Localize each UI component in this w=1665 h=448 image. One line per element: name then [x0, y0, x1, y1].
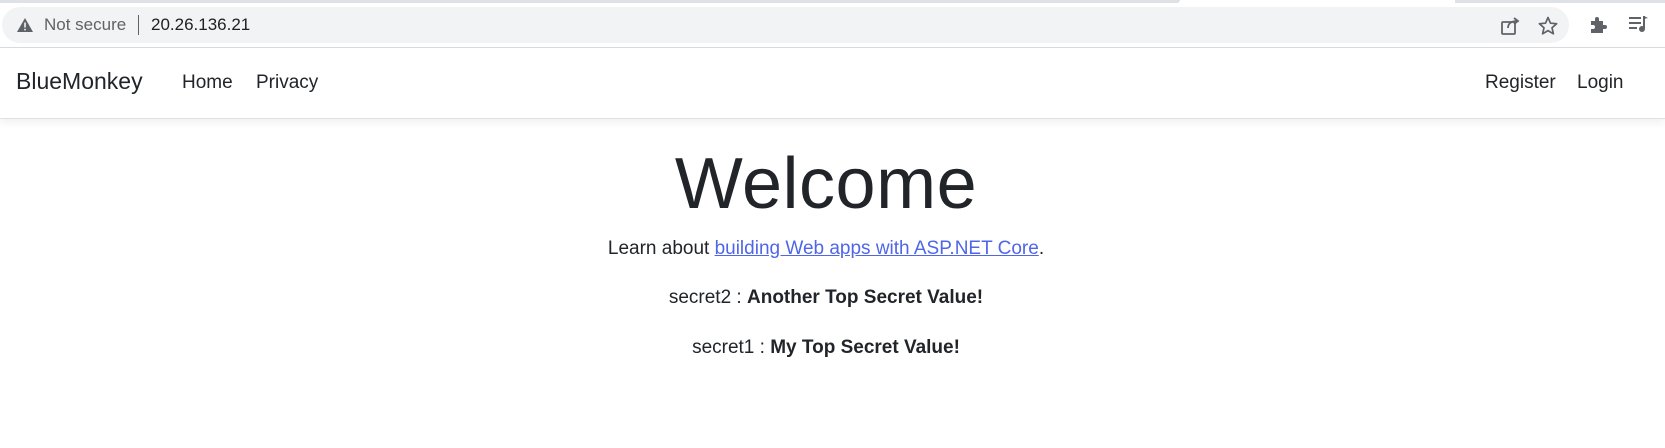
separator	[138, 15, 139, 35]
secret-key: secret1	[692, 337, 755, 358]
security-label[interactable]: Not secure	[44, 15, 126, 35]
tab-strip-right	[1455, 0, 1665, 3]
secret-key: secret2	[668, 287, 732, 308]
learn-paragraph: Learn about building Web apps with ASP.N…	[0, 238, 1652, 260]
secret-value: My Top Secret Value!	[770, 337, 960, 358]
aspnet-docs-link[interactable]: building Web apps with ASP.NET Core	[715, 238, 1039, 259]
brand-link[interactable]: BlueMonkey	[16, 68, 143, 95]
nav-privacy-link[interactable]: Privacy	[256, 72, 318, 94]
star-icon[interactable]	[1537, 15, 1559, 37]
tab-strip	[0, 0, 1180, 3]
extensions-icon[interactable]	[1587, 13, 1609, 35]
secret-row: secret1 : My Top Secret Value!	[0, 337, 1652, 359]
nav-register-link[interactable]: Register	[1485, 72, 1556, 94]
secret-value: Another Top Secret Value!	[747, 287, 984, 308]
nav-home-link[interactable]: Home	[182, 72, 233, 94]
learn-prefix: Learn about	[607, 238, 715, 259]
reading-list-icon[interactable]	[1627, 13, 1649, 35]
share-icon[interactable]	[1499, 15, 1521, 37]
welcome-heading: Welcome	[674, 144, 978, 224]
nav-login-link[interactable]: Login	[1577, 72, 1624, 94]
browser-toolbar: Not secure 20.26.136.21	[0, 0, 1665, 48]
address-bar[interactable]: Not secure 20.26.136.21	[2, 7, 1569, 43]
url-text[interactable]: 20.26.136.21	[151, 15, 250, 35]
warning-icon[interactable]	[16, 17, 34, 33]
learn-suffix: .	[1038, 238, 1045, 259]
secret-separator: :	[731, 287, 747, 308]
secret-row: secret2 : Another Top Secret Value!	[0, 287, 1652, 309]
secret-separator: :	[754, 337, 771, 358]
site-navbar: BlueMonkey Home Privacy Register Login	[0, 48, 1665, 119]
